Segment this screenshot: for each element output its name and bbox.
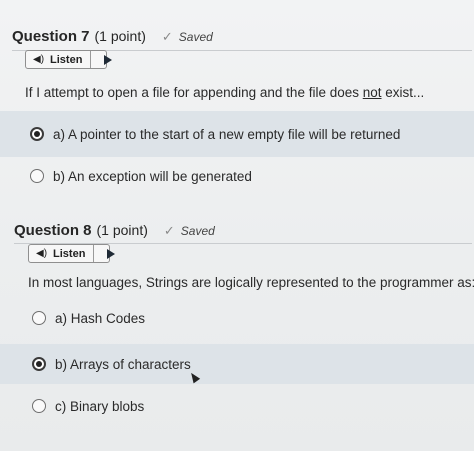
option-label: b) An exception will be generated [53,168,252,184]
question-7-option-a[interactable]: a) A pointer to the start of a new empty… [0,111,474,157]
play-icon[interactable] [104,54,113,65]
option-label: a) A pointer to the start of a new empty… [53,126,401,142]
listen-button-main: ◀) Listen [29,245,95,262]
radio-unselected[interactable] [32,399,46,413]
question-7-listen-button[interactable]: ◀) Listen [25,50,113,69]
question-8-points: (1 point) [96,222,148,238]
question-8-title: Question 8 [14,222,92,239]
question-7-title: Question 7 [12,28,90,45]
check-icon: ✓ [161,29,173,44]
question-8-option-a[interactable]: a) Hash Codes [0,306,474,330]
question-8-option-b[interactable]: b) Arrays of characters [0,344,474,384]
option-label: b) Arrays of characters [55,356,191,372]
question-7-saved-status: ✓ Saved [162,29,213,45]
question-7-option-b[interactable]: b) An exception will be generated [0,164,474,188]
listen-button-main: ◀) Listen [26,51,92,68]
option-label: c) Binary blobs [55,398,145,414]
play-icon[interactable] [107,248,116,259]
question-8-saved-status: ✓ Saved [164,223,215,239]
saved-label: Saved [180,224,215,238]
speaker-icon: ◀) [33,54,45,65]
listen-label: Listen [53,247,86,260]
question-8-option-c[interactable]: c) Binary blobs [0,394,474,418]
radio-selected[interactable] [30,127,44,141]
listen-label: Listen [50,53,83,66]
question-7-prompt: If I attempt to open a file for appendin… [25,85,424,100]
radio-unselected[interactable] [32,311,46,325]
radio-selected[interactable] [32,357,46,371]
question-8-listen-button[interactable]: ◀) Listen [28,244,116,263]
prompt-emphasis: not [362,85,382,100]
quiz-page: Question 7 (1 point) ✓ Saved ◀) Listen I… [0,0,474,451]
question-8-header: Question 8 (1 point) ✓ Saved [14,222,215,239]
prompt-text: If I attempt to open a file for appendin… [25,85,363,100]
check-icon: ✓ [163,223,175,238]
option-label: a) Hash Codes [55,310,146,326]
question-7-points: (1 point) [94,28,146,44]
question-7-header: Question 7 (1 point) ✓ Saved [12,28,213,45]
question-8-prompt: In most languages, Strings are logically… [28,275,474,290]
radio-unselected[interactable] [30,169,44,183]
prompt-text-end: exist... [381,85,425,100]
speaker-icon: ◀) [36,248,48,259]
saved-label: Saved [178,30,213,44]
